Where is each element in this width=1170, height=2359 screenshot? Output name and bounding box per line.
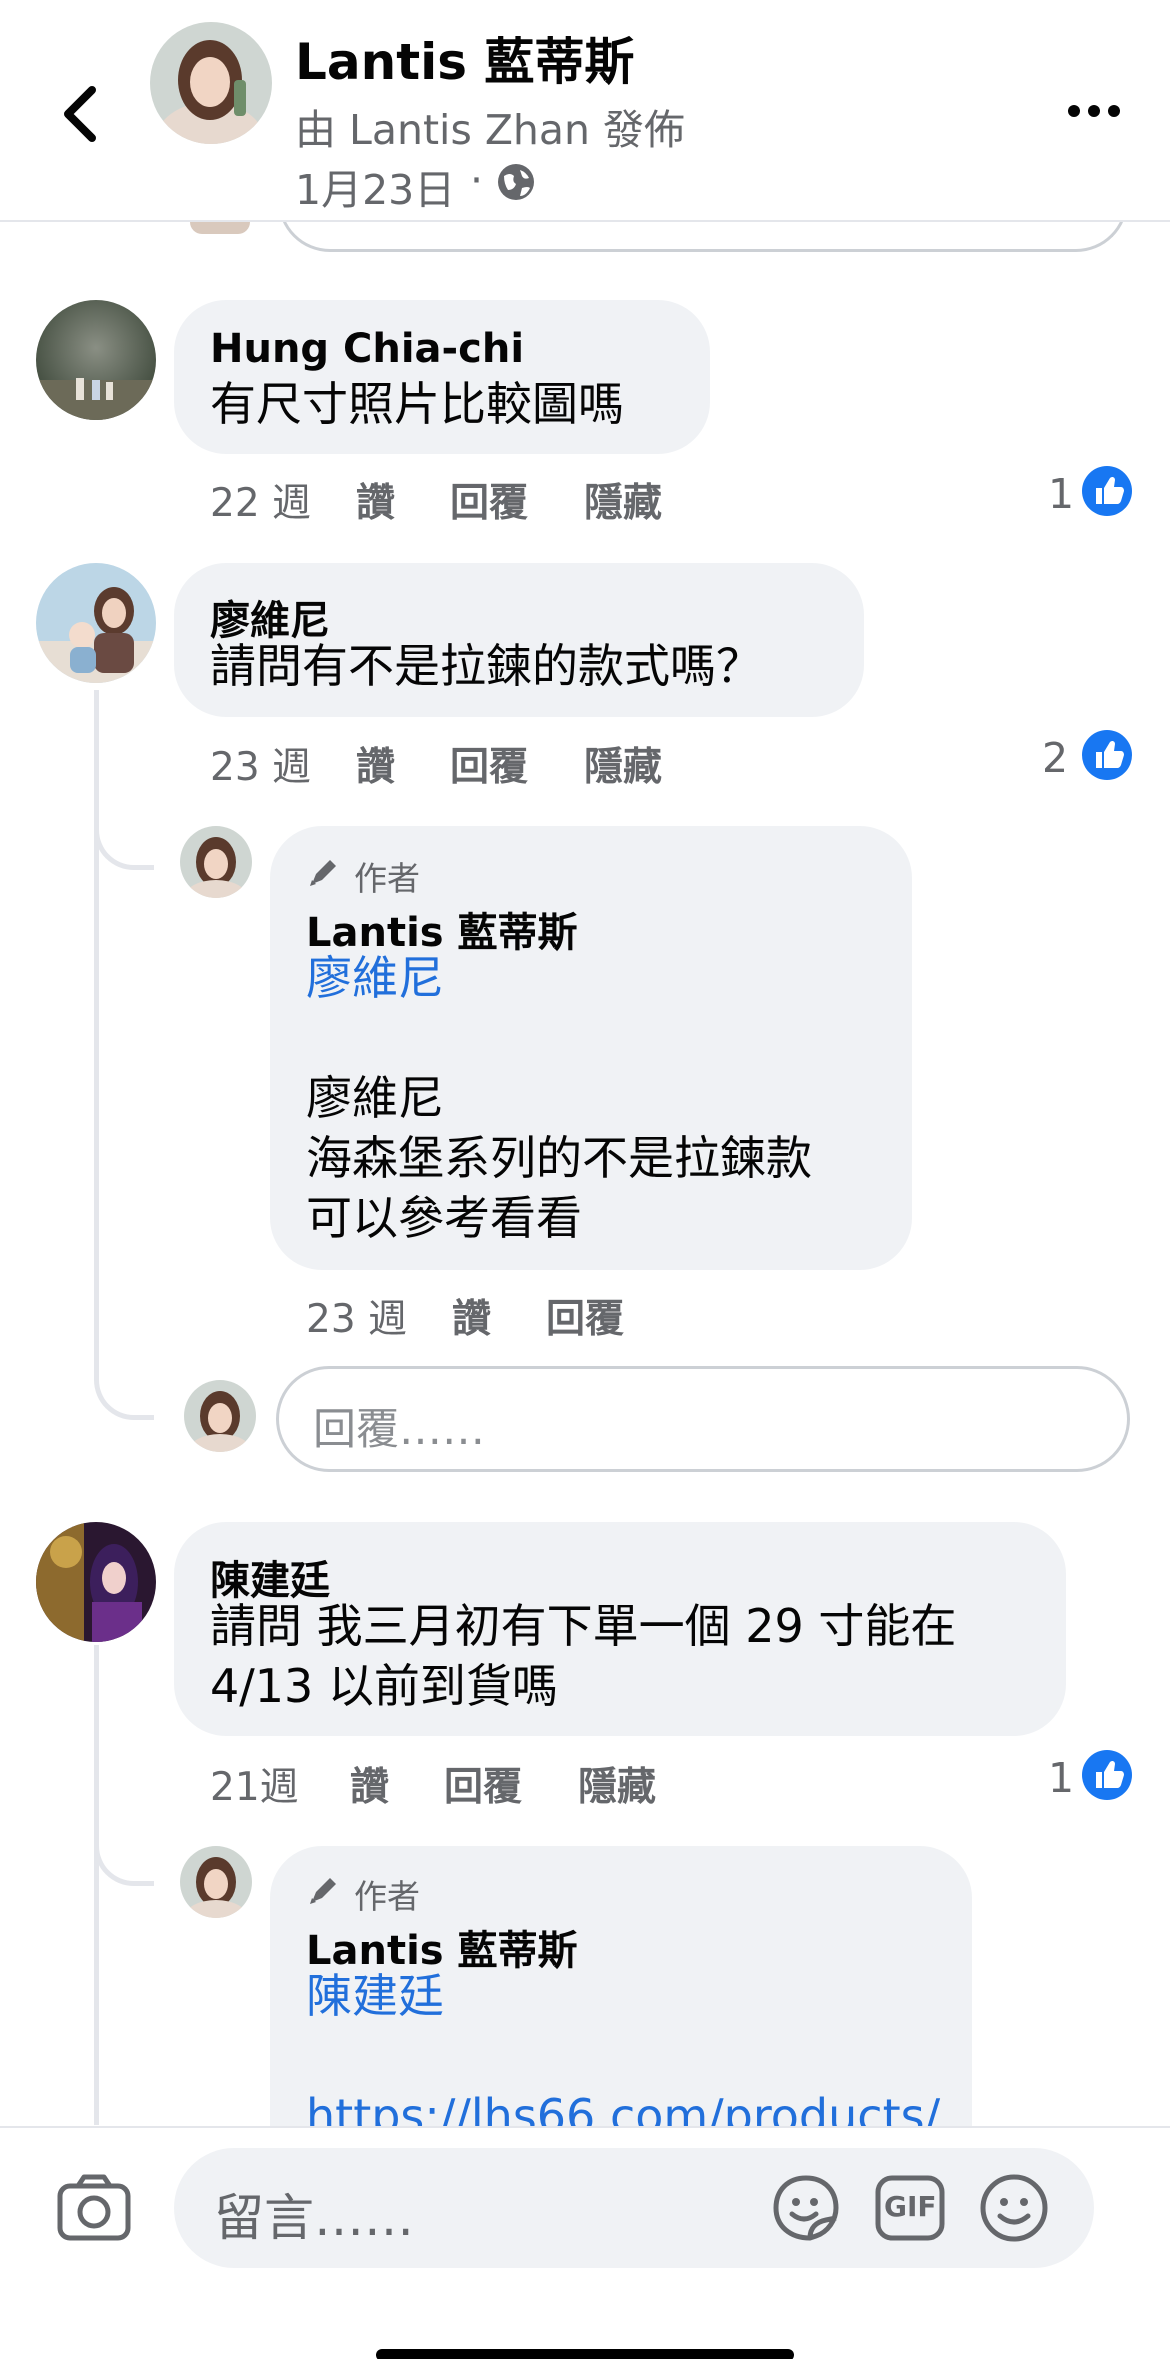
reply-action[interactable]: 回覆 (450, 472, 528, 528)
like-action[interactable]: 讚 (350, 1756, 389, 1812)
like-action[interactable]: 讚 (356, 736, 395, 792)
thread-line (94, 1645, 99, 2125)
post-date[interactable]: 1月23日 (295, 156, 455, 216)
comment-input-placeholder: 留言…… (214, 2189, 414, 2247)
reply-line: 海森堡系列的不是拉鍊款 (306, 1131, 812, 1185)
reply-input[interactable]: 回覆…… (276, 1366, 1130, 1472)
emoji-button[interactable] (978, 2172, 1050, 2244)
reply-action[interactable]: 回覆 (450, 736, 528, 792)
home-indicator[interactable] (376, 2349, 794, 2359)
commenter-avatar[interactable] (36, 1522, 156, 1642)
hide-action[interactable]: 隱藏 (578, 1756, 656, 1812)
comment-text: 請問有不是拉鍊的款式嗎？ (210, 639, 762, 693)
thumbs-up-icon (1082, 1750, 1132, 1800)
reply-input-placeholder: 回覆…… (313, 1405, 485, 1455)
like-action[interactable]: 讚 (356, 472, 395, 528)
thumbs-up-icon (1082, 730, 1132, 780)
my-avatar (184, 1380, 256, 1452)
more-options-button[interactable] (1066, 100, 1122, 122)
thread-branch (94, 780, 154, 870)
reply-time: 23 週 (306, 1297, 408, 1342)
reply-like-action[interactable]: 讚 (452, 1288, 491, 1344)
comment-text: 有尺寸照片比較圖嗎 (210, 377, 624, 431)
pen-icon (310, 860, 336, 886)
like-count[interactable]: 2 (1042, 734, 1068, 782)
reply-mention[interactable]: 廖維尼 (306, 948, 444, 1008)
author-badge: 作者 (354, 1877, 420, 1916)
comment-input[interactable]: 留言…… GIF (174, 2148, 1094, 2268)
chevron-left-icon (64, 86, 96, 142)
pen-icon (310, 1878, 336, 1904)
comment-composer-bar: 留言…… GIF (0, 2126, 1170, 2359)
thread-branch (94, 1800, 154, 1886)
more-dots-icon (1068, 105, 1120, 117)
thumbs-up-icon (1082, 466, 1132, 516)
author-avatar[interactable] (180, 826, 252, 898)
hide-action[interactable]: 隱藏 (584, 736, 662, 792)
comment-time: 22 週 (210, 481, 312, 526)
comment-time: 21週 (210, 1765, 299, 1810)
posted-by: 由 Lantis Zhan 發佈 (295, 106, 686, 154)
comment-text: 4/13 以前到貨嗎 (210, 1659, 558, 1713)
author-badge: 作者 (354, 859, 420, 898)
comment-author[interactable]: Hung Chia-chi (210, 326, 524, 372)
hide-action[interactable]: 隱藏 (584, 472, 662, 528)
commenter-avatar[interactable] (36, 563, 156, 683)
like-count[interactable]: 1 (1048, 1754, 1074, 1802)
gif-button[interactable]: GIF (874, 2174, 946, 2242)
previous-avatar-edge (190, 222, 250, 234)
reply-line: 廖維尼 (306, 1071, 444, 1125)
reply-mention[interactable]: 陳建廷 (306, 1966, 444, 2026)
reply-line: 可以參考看看 (306, 1191, 582, 1245)
camera-icon (57, 2174, 131, 2241)
reply-action[interactable]: 回覆 (444, 1756, 522, 1812)
like-count[interactable]: 1 (1048, 470, 1074, 518)
emoji-icon (980, 2174, 1048, 2242)
comment-text: 請問 我三月初有下單一個 29 寸能在 (210, 1599, 957, 1653)
globe-icon (498, 164, 534, 200)
commenter-avatar[interactable] (36, 300, 156, 420)
comment-time: 23 週 (210, 745, 312, 790)
separator-dot: · (470, 156, 484, 204)
author-avatar[interactable] (180, 1846, 252, 1918)
thread-branch (94, 860, 154, 1420)
sticker-button[interactable] (770, 2172, 842, 2244)
page-avatar[interactable] (150, 22, 272, 144)
gif-label: GIF (884, 2190, 937, 2223)
page-name[interactable]: Lantis 藍蒂斯 (295, 22, 634, 94)
sticker-icon (773, 2175, 839, 2241)
camera-button[interactable] (56, 2172, 132, 2242)
reply-reply-action[interactable]: 回覆 (546, 1288, 624, 1344)
post-header: Lantis 藍蒂斯 由 Lantis Zhan 發佈 1月23日 · (0, 0, 1170, 222)
back-button[interactable] (52, 78, 112, 148)
